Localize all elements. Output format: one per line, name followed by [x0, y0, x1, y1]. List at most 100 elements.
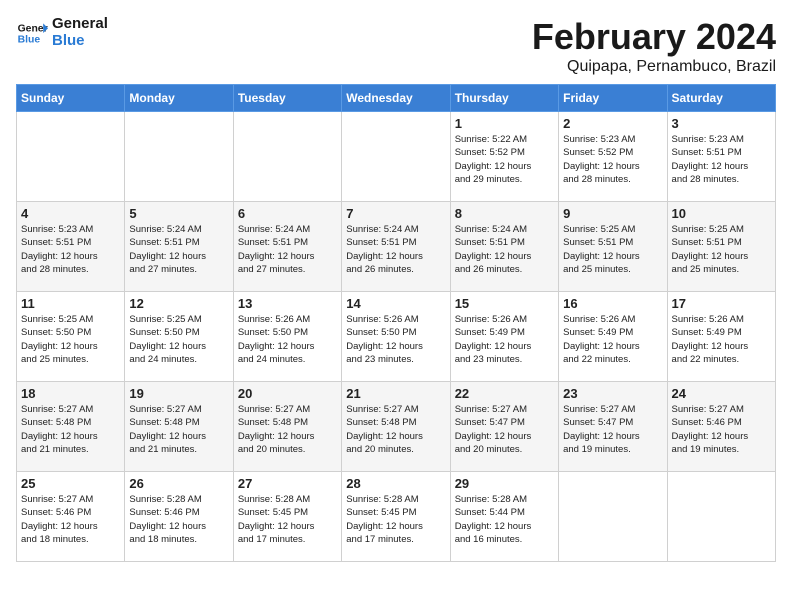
title-block: February 2024 Quipapa, Pernambuco, Brazi… [532, 16, 776, 76]
calendar-cell: 7 Sunrise: 5:24 AMSunset: 5:51 PMDaylight… [342, 202, 450, 292]
calendar-week-2: 4 Sunrise: 5:23 AMSunset: 5:51 PMDaylight… [17, 202, 776, 292]
day-info: Sunrise: 5:27 AMSunset: 5:48 PMDaylight:… [129, 403, 228, 456]
day-info: Sunrise: 5:27 AMSunset: 5:48 PMDaylight:… [21, 403, 120, 456]
weekday-header-monday: Monday [125, 85, 233, 112]
calendar-cell: 6 Sunrise: 5:24 AMSunset: 5:51 PMDaylight… [233, 202, 341, 292]
day-info: Sunrise: 5:26 AMSunset: 5:50 PMDaylight:… [346, 313, 445, 366]
day-number: 25 [21, 476, 120, 491]
calendar-header: SundayMondayTuesdayWednesdayThursdayFrid… [17, 85, 776, 112]
calendar-body: 1 Sunrise: 5:22 AMSunset: 5:52 PMDaylight… [17, 112, 776, 562]
calendar-cell: 29 Sunrise: 5:28 AMSunset: 5:44 PMDayligh… [450, 472, 558, 562]
day-info: Sunrise: 5:24 AMSunset: 5:51 PMDaylight:… [455, 223, 554, 276]
logo-general: General [52, 16, 108, 33]
day-number: 1 [455, 116, 554, 131]
calendar-week-5: 25 Sunrise: 5:27 AMSunset: 5:46 PMDayligh… [17, 472, 776, 562]
day-number: 22 [455, 386, 554, 401]
day-info: Sunrise: 5:27 AMSunset: 5:48 PMDaylight:… [238, 403, 337, 456]
weekday-header-friday: Friday [559, 85, 667, 112]
day-number: 12 [129, 296, 228, 311]
day-info: Sunrise: 5:24 AMSunset: 5:51 PMDaylight:… [129, 223, 228, 276]
svg-text:Blue: Blue [18, 34, 41, 45]
calendar-cell: 27 Sunrise: 5:28 AMSunset: 5:45 PMDayligh… [233, 472, 341, 562]
day-info: Sunrise: 5:26 AMSunset: 5:49 PMDaylight:… [672, 313, 771, 366]
day-info: Sunrise: 5:24 AMSunset: 5:51 PMDaylight:… [346, 223, 445, 276]
calendar-cell [667, 472, 775, 562]
calendar-cell: 12 Sunrise: 5:25 AMSunset: 5:50 PMDayligh… [125, 292, 233, 382]
calendar-cell: 26 Sunrise: 5:28 AMSunset: 5:46 PMDayligh… [125, 472, 233, 562]
calendar-cell: 3Sunrise: 5:23 AMSunset: 5:51 PMDaylight… [667, 112, 775, 202]
calendar-cell: 24 Sunrise: 5:27 AMSunset: 5:46 PMDayligh… [667, 382, 775, 472]
calendar-cell: 8Sunrise: 5:24 AMSunset: 5:51 PMDaylight… [450, 202, 558, 292]
day-number: 11 [21, 296, 120, 311]
day-number: 24 [672, 386, 771, 401]
day-number: 20 [238, 386, 337, 401]
day-info: Sunrise: 5:27 AMSunset: 5:48 PMDaylight:… [346, 403, 445, 456]
calendar-cell: 25 Sunrise: 5:27 AMSunset: 5:46 PMDayligh… [17, 472, 125, 562]
day-number: 19 [129, 386, 228, 401]
logo-icon: General Blue [16, 17, 48, 49]
day-number: 14 [346, 296, 445, 311]
day-info: Sunrise: 5:28 AMSunset: 5:44 PMDaylight:… [455, 493, 554, 546]
calendar-table: SundayMondayTuesdayWednesdayThursdayFrid… [16, 84, 776, 562]
calendar-week-4: 18 Sunrise: 5:27 AMSunset: 5:48 PMDayligh… [17, 382, 776, 472]
day-info: Sunrise: 5:27 AMSunset: 5:46 PMDaylight:… [21, 493, 120, 546]
day-number: 6 [238, 206, 337, 221]
day-number: 16 [563, 296, 662, 311]
calendar-cell: 5 Sunrise: 5:24 AMSunset: 5:51 PMDaylight… [125, 202, 233, 292]
calendar-cell [559, 472, 667, 562]
weekday-header-tuesday: Tuesday [233, 85, 341, 112]
calendar-cell: 15Sunrise: 5:26 AMSunset: 5:49 PMDayligh… [450, 292, 558, 382]
day-number: 26 [129, 476, 228, 491]
calendar-cell [17, 112, 125, 202]
weekday-row: SundayMondayTuesdayWednesdayThursdayFrid… [17, 85, 776, 112]
month-year-title: February 2024 [532, 16, 776, 58]
weekday-header-thursday: Thursday [450, 85, 558, 112]
day-number: 28 [346, 476, 445, 491]
calendar-cell: 18 Sunrise: 5:27 AMSunset: 5:48 PMDayligh… [17, 382, 125, 472]
calendar-week-1: 1 Sunrise: 5:22 AMSunset: 5:52 PMDaylight… [17, 112, 776, 202]
day-number: 7 [346, 206, 445, 221]
calendar-cell: 21Sunrise: 5:27 AMSunset: 5:48 PMDayligh… [342, 382, 450, 472]
day-number: 18 [21, 386, 120, 401]
day-info: Sunrise: 5:23 AMSunset: 5:51 PMDaylight:… [21, 223, 120, 276]
page-header: General Blue General Blue February 2024 … [16, 16, 776, 76]
calendar-cell: 13Sunrise: 5:26 AMSunset: 5:50 PMDayligh… [233, 292, 341, 382]
day-info: Sunrise: 5:27 AMSunset: 5:47 PMDaylight:… [563, 403, 662, 456]
weekday-header-saturday: Saturday [667, 85, 775, 112]
calendar-cell: 23Sunrise: 5:27 AMSunset: 5:47 PMDayligh… [559, 382, 667, 472]
calendar-cell [233, 112, 341, 202]
day-info: Sunrise: 5:25 AMSunset: 5:50 PMDaylight:… [21, 313, 120, 366]
day-info: Sunrise: 5:22 AMSunset: 5:52 PMDaylight:… [455, 133, 554, 186]
weekday-header-wednesday: Wednesday [342, 85, 450, 112]
day-number: 4 [21, 206, 120, 221]
calendar-cell: 2Sunrise: 5:23 AMSunset: 5:52 PMDaylight… [559, 112, 667, 202]
day-info: Sunrise: 5:24 AMSunset: 5:51 PMDaylight:… [238, 223, 337, 276]
day-number: 27 [238, 476, 337, 491]
day-number: 15 [455, 296, 554, 311]
day-info: Sunrise: 5:27 AMSunset: 5:47 PMDaylight:… [455, 403, 554, 456]
calendar-cell [125, 112, 233, 202]
day-info: Sunrise: 5:28 AMSunset: 5:46 PMDaylight:… [129, 493, 228, 546]
calendar-cell: 22 Sunrise: 5:27 AMSunset: 5:47 PMDayligh… [450, 382, 558, 472]
logo: General Blue General Blue [16, 16, 108, 49]
calendar-week-3: 11 Sunrise: 5:25 AMSunset: 5:50 PMDayligh… [17, 292, 776, 382]
day-number: 5 [129, 206, 228, 221]
calendar-cell: 14 Sunrise: 5:26 AMSunset: 5:50 PMDayligh… [342, 292, 450, 382]
day-info: Sunrise: 5:28 AMSunset: 5:45 PMDaylight:… [238, 493, 337, 546]
day-info: Sunrise: 5:26 AMSunset: 5:49 PMDaylight:… [563, 313, 662, 366]
day-number: 13 [238, 296, 337, 311]
day-info: Sunrise: 5:27 AMSunset: 5:46 PMDaylight:… [672, 403, 771, 456]
calendar-cell: 19 Sunrise: 5:27 AMSunset: 5:48 PMDayligh… [125, 382, 233, 472]
calendar-cell: 11 Sunrise: 5:25 AMSunset: 5:50 PMDayligh… [17, 292, 125, 382]
calendar-cell: 17 Sunrise: 5:26 AMSunset: 5:49 PMDayligh… [667, 292, 775, 382]
day-number: 2 [563, 116, 662, 131]
day-number: 29 [455, 476, 554, 491]
weekday-header-sunday: Sunday [17, 85, 125, 112]
day-info: Sunrise: 5:25 AMSunset: 5:50 PMDaylight:… [129, 313, 228, 366]
day-number: 17 [672, 296, 771, 311]
day-number: 10 [672, 206, 771, 221]
calendar-cell: 16 Sunrise: 5:26 AMSunset: 5:49 PMDayligh… [559, 292, 667, 382]
day-info: Sunrise: 5:23 AMSunset: 5:51 PMDaylight:… [672, 133, 771, 186]
calendar-cell: 20 Sunrise: 5:27 AMSunset: 5:48 PMDayligh… [233, 382, 341, 472]
calendar-cell: 28Sunrise: 5:28 AMSunset: 5:45 PMDayligh… [342, 472, 450, 562]
